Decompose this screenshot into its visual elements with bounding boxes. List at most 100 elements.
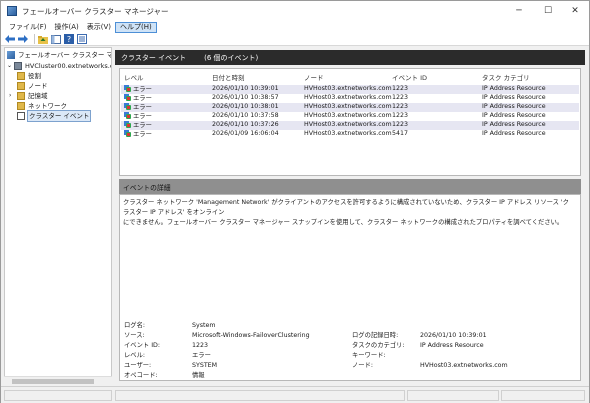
tree-item-label: 役割 [28,72,41,80]
properties-icon[interactable] [77,34,87,44]
event-category: IP Address Resource [482,121,546,128]
menu-help[interactable]: ヘルプ(H) [115,21,157,33]
minimize-button[interactable]: ─ [505,1,533,21]
svg-text:?: ? [67,35,71,44]
event-row[interactable]: エラー 2026/01/10 10:37:26 HVHost03.extnetw… [121,121,579,130]
event-id: 1223 [392,94,409,101]
storage-icon [17,92,25,100]
status-cell [4,390,112,401]
title-bar: フェールオーバー クラスター マネージャー ─ ☐ ✕ [1,1,589,21]
event-level-text: エラー [133,86,152,93]
cluster-icon [14,62,22,70]
event-level-text: エラー [133,95,152,102]
events-list: レベル 日付と時刻 ノード イベント ID タスク カテゴリ エラー 2026/… [119,68,581,176]
scrollbar-thumb[interactable] [12,379,94,384]
event-level-text: エラー [133,104,152,111]
event-category: IP Address Resource [482,112,546,119]
event-message-line-1: クラスター ネットワーク 'Management Network' がクライアン… [123,199,569,216]
column-header-event-id[interactable]: イベント ID [392,72,427,82]
menu-file[interactable]: ファイル(F) [5,22,51,33]
toolbar: ? [1,33,589,46]
error-icon [124,130,131,137]
event-level: エラー [124,85,152,94]
status-cell [501,390,585,401]
app-window: フェールオーバー クラスター マネージャー ─ ☐ ✕ ファイル(F) 操作(A… [0,0,590,403]
status-cell [115,390,405,401]
logged-label: ログの記録日時: [352,332,399,339]
event-category: IP Address Resource [482,85,546,92]
event-message[interactable]: クラスター ネットワーク 'Management Network' がクライアン… [123,198,575,228]
event-node: HVHost03.extnetworks.com [304,85,392,92]
tree-item-label: フェールオーバー クラスター マネージャー [18,51,111,59]
event-datetime: 2026/01/10 10:38:01 [212,103,279,110]
event-node: HVHost03.extnetworks.com [304,112,392,119]
menu-view[interactable]: 表示(V) [83,22,115,33]
menu-action[interactable]: 操作(A) [51,22,83,33]
tree-horizontal-scrollbar[interactable] [4,376,112,385]
event-level-text: エラー [133,122,152,129]
error-icon [124,94,131,101]
error-icon [124,121,131,128]
tree-item-cluster-events[interactable]: クラスター イベント [17,110,92,122]
forward-arrow-icon[interactable] [18,34,28,44]
event-row[interactable]: エラー 2026/01/10 10:38:01 HVHost03.extnetw… [121,103,579,112]
event-category: IP Address Resource [482,94,546,101]
help-icon[interactable]: ? [64,34,74,44]
tree-item-networks[interactable]: ネットワーク [17,101,67,111]
level-value: エラー [192,352,211,359]
column-header-task-category[interactable]: タスク カテゴリ [482,72,530,82]
tree-item-cluster[interactable]: ⌄ HVCluster00.extnetworks.co [7,61,112,71]
event-level: エラー [124,130,152,139]
event-category: IP Address Resource [482,130,546,137]
folder-up-icon[interactable] [38,34,48,44]
toolbar-separator [34,34,35,44]
details-header: イベントの詳細 [119,179,581,194]
event-row[interactable]: エラー 2026/01/10 10:37:58 HVHost03.extnetw… [121,112,579,121]
event-level: エラー [124,94,152,103]
event-row[interactable]: エラー 2026/01/10 10:38:57 HVHost03.extnetw… [121,94,579,103]
column-header-level[interactable]: レベル [124,72,144,82]
event-datetime: 2026/01/09 16:06:04 [212,130,279,137]
event-node: HVHost03.extnetworks.com [304,103,392,110]
event-node: HVHost03.extnetworks.com [304,94,392,101]
logged-value: 2026/01/10 10:39:01 [420,332,487,339]
event-level: エラー [124,121,152,130]
error-icon [124,112,131,119]
close-button[interactable]: ✕ [561,1,589,21]
event-level: エラー [124,112,152,121]
opcode-label: オペコード: [124,372,158,379]
column-header-node[interactable]: ノード [304,72,324,82]
cluster-manager-icon [7,6,17,16]
level-label: レベル: [124,352,146,359]
event-node: HVHost03.extnetworks.com [304,130,392,137]
event-id-label: イベント ID: [124,342,161,349]
event-datetime: 2026/01/10 10:37:58 [212,112,279,119]
task-category-value: IP Address Resource [420,342,484,349]
cluster-manager-icon [7,51,15,59]
tree-item-storage[interactable]: › 記憶域 [9,91,48,101]
event-row[interactable]: エラー 2026/01/10 10:39:01 HVHost03.extnetw… [121,85,579,94]
nodes-icon [17,82,25,90]
user-value: SYSTEM [192,362,218,369]
event-level: エラー [124,103,152,112]
events-count: (6 個のイベント) [204,53,259,62]
maximize-button[interactable]: ☐ [534,1,562,21]
back-arrow-icon[interactable] [5,34,15,44]
console-tree-icon[interactable] [51,34,61,44]
source-label: ソース: [124,332,145,339]
tree-item-label: HVCluster00.extnetworks.co [25,62,112,70]
event-id: 1223 [392,103,409,110]
networks-icon [17,102,25,110]
keywords-label: キーワード: [352,352,386,359]
menu-bar: ファイル(F) 操作(A) 表示(V) ヘルプ(H) [1,21,589,33]
tree-item-root[interactable]: フェールオーバー クラスター マネージャー [7,50,111,60]
column-header-datetime[interactable]: 日付と時刻 [212,72,245,82]
chevron-down-icon[interactable]: ⌄ [7,61,13,71]
event-row[interactable]: エラー 2026/01/09 16:06:04 HVHost03.extnetw… [121,130,579,139]
tree-item-nodes[interactable]: ノード [17,81,48,91]
error-icon [124,85,131,92]
event-datetime: 2026/01/10 10:37:26 [212,121,279,128]
tree-item-roles[interactable]: 役割 [17,71,41,81]
event-message-line-2: にできません。フェールオーバー クラスター マネージャー スナップインを使用して… [123,219,564,226]
chevron-right-icon[interactable]: › [9,91,15,101]
